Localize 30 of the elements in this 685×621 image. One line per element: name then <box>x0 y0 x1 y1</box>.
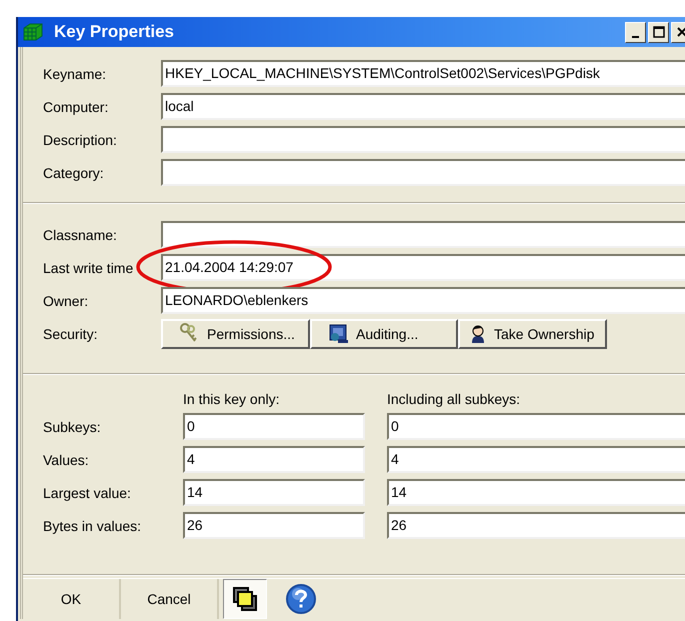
field-label: Classname: <box>43 226 118 242</box>
number-field[interactable]: 26 <box>387 512 685 539</box>
field-label: Computer: <box>43 98 110 114</box>
number-field[interactable]: 14 <box>183 479 365 506</box>
column-heading: In this key only: <box>183 391 280 407</box>
column-heading: Including all subkeys: <box>387 391 522 407</box>
security-button[interactable]: Permissions... <box>161 318 310 348</box>
text-field[interactable]: HKEY_LOCAL_MACHINE\SYSTEM\ControlSet002\Services\PGPdisk <box>161 60 685 87</box>
security-button[interactable]: Auditing... <box>310 318 458 348</box>
field-label: Owner: <box>43 292 90 308</box>
number-field[interactable]: 0 <box>183 413 365 440</box>
field-label: Description: <box>43 132 118 148</box>
field-label: Largest value: <box>43 484 132 500</box>
window-title: Key Properties <box>54 22 175 42</box>
number-field[interactable]: 4 <box>183 446 365 473</box>
number-field[interactable]: 0 <box>387 413 685 440</box>
security-button[interactable]: Take Ownership <box>458 318 607 348</box>
text-field[interactable]: 21.04.2004 14:29:07 <box>161 254 685 281</box>
text-field[interactable]: local <box>161 93 685 120</box>
field-label: Security: <box>43 326 98 342</box>
field-label: Category: <box>43 164 105 180</box>
number-field[interactable]: 14 <box>387 479 685 506</box>
field-label: Values: <box>43 452 90 468</box>
field-label: Bytes in values: <box>43 518 142 534</box>
number-field[interactable]: 4 <box>387 446 685 473</box>
text-field[interactable]: LEONARDO\eblenkers <box>161 287 685 314</box>
field-label: Subkeys: <box>43 418 102 434</box>
field-label: Last write time <box>43 260 134 276</box>
number-field[interactable]: 26 <box>183 512 365 539</box>
field-label: Keyname: <box>43 66 108 82</box>
